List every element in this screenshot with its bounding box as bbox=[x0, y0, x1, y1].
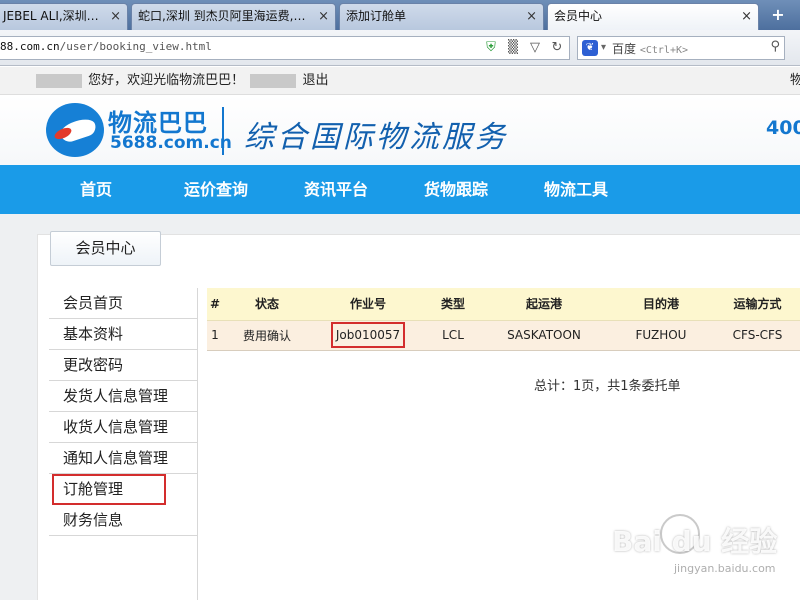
column-header: 作业号 bbox=[311, 288, 425, 321]
main-nav: 首页 运价查询 资讯平台 货物跟踪 物流工具 bbox=[0, 165, 800, 214]
new-tab-button[interactable]: + bbox=[766, 5, 790, 25]
destination-port-cell: FUZHOU bbox=[607, 320, 715, 351]
member-center-tab[interactable]: 会员中心 bbox=[50, 231, 161, 266]
redacted-username bbox=[36, 73, 82, 88]
topbar-right-text: 物 bbox=[790, 73, 800, 88]
url-text: 88.com.cn/user/booking_view.html bbox=[0, 40, 212, 53]
sidebar-item-finance[interactable]: 财务信息 bbox=[49, 505, 198, 536]
column-header: 目的港 bbox=[607, 288, 715, 321]
browser-tab-active[interactable]: 会员中心 × bbox=[547, 3, 759, 31]
nav-item-tracking[interactable]: 货物跟踪 bbox=[424, 165, 488, 214]
job-number-cell: Job010057 bbox=[311, 320, 425, 351]
origin-port-cell: SASKATOON bbox=[481, 320, 607, 351]
column-header: # bbox=[207, 288, 223, 321]
logo-domain[interactable]: 5688.com.cn bbox=[110, 133, 232, 153]
column-header: 起运港 bbox=[481, 288, 607, 321]
site-header: 物流巴巴 5688.com.cn 综合国际物流服务 400 bbox=[0, 95, 800, 165]
hotline-number: 400 bbox=[766, 117, 800, 139]
logo-icon[interactable] bbox=[46, 103, 104, 157]
sidebar-item-profile[interactable]: 基本资料 bbox=[49, 319, 198, 350]
search-engine-label: 百度 bbox=[612, 42, 637, 56]
greeting-text: 您好，欢迎光临物流巴巴！ bbox=[88, 73, 245, 88]
tab-title: 添加订舱单 bbox=[346, 9, 407, 23]
close-icon[interactable]: × bbox=[110, 4, 121, 29]
logout-link[interactable]: 退出 bbox=[302, 73, 328, 88]
search-placeholder: <Ctrl+K> bbox=[639, 45, 689, 56]
nav-item-home[interactable]: 首页 bbox=[80, 165, 112, 214]
column-header: 状态 bbox=[223, 288, 311, 321]
tab-title: 会员中心 bbox=[554, 9, 603, 23]
table-header-row: # 状态 作业号 类型 起运港 目的港 运输方式 bbox=[207, 288, 800, 321]
reload-icon[interactable]: ↻ bbox=[549, 40, 565, 56]
nav-item-news[interactable]: 资讯平台 bbox=[304, 165, 368, 214]
tab-title: 蛇口,深圳 到杰贝阿里海运费,… bbox=[138, 9, 306, 23]
type-cell: LCL bbox=[425, 320, 481, 351]
search-box[interactable]: ❦ ▾ 百度 <Ctrl+K> ⚲ bbox=[577, 36, 785, 60]
column-header: 类型 bbox=[425, 288, 481, 321]
status-cell: 费用确认 bbox=[223, 320, 311, 351]
close-icon[interactable]: × bbox=[318, 4, 329, 29]
column-header: 运输方式 bbox=[715, 288, 800, 321]
sidebar-item-booking[interactable]: 订舱管理 bbox=[52, 474, 166, 505]
tab-title: JEBEL ALI,深圳… bbox=[3, 9, 99, 23]
close-icon[interactable]: × bbox=[526, 4, 537, 29]
browser-tab-bar: JEBEL ALI,深圳… × 蛇口,深圳 到杰贝阿里海运费,… × 添加订舱单… bbox=[0, 0, 800, 31]
redacted-username bbox=[250, 73, 297, 88]
sidebar-item-consignee[interactable]: 收货人信息管理 bbox=[49, 412, 198, 443]
slogan: 综合国际物流服务 bbox=[244, 120, 508, 155]
browser-tab[interactable]: 添加订舱单 × bbox=[339, 3, 544, 30]
sidebar: 会员首页 基本资料 更改密码 发货人信息管理 收货人信息管理 通知人信息管理 订… bbox=[49, 288, 198, 536]
sidebar-item-notify-party[interactable]: 通知人信息管理 bbox=[49, 443, 198, 474]
close-icon[interactable]: × bbox=[741, 4, 752, 29]
search-icon[interactable]: ⚲ bbox=[770, 39, 780, 54]
dropdown-arrow-icon[interactable]: ▽ bbox=[527, 40, 543, 56]
chevron-down-icon[interactable]: ▾ bbox=[601, 39, 606, 57]
welcome-bar: 您好，欢迎光临物流巴巴！ 退出 物 bbox=[0, 67, 800, 95]
sidebar-item-shipper[interactable]: 发货人信息管理 bbox=[49, 381, 198, 412]
logo-divider bbox=[222, 107, 224, 155]
booking-table: # 状态 作业号 类型 起运港 目的港 运输方式 1 费用确认 Job01005… bbox=[207, 288, 800, 351]
nav-item-tools[interactable]: 物流工具 bbox=[544, 165, 608, 214]
address-bar[interactable]: 88.com.cn/user/booking_view.html ⛨ ▒ ▽ ↻ bbox=[0, 36, 570, 60]
row-index: 1 bbox=[207, 320, 223, 351]
watermark-url: jingyan.baidu.com bbox=[674, 562, 776, 575]
nav-item-rates[interactable]: 运价查询 bbox=[184, 165, 248, 214]
sidebar-divider bbox=[197, 288, 198, 600]
qr-code-icon[interactable]: ▒ bbox=[505, 40, 521, 56]
sidebar-item-member-home[interactable]: 会员首页 bbox=[49, 288, 198, 319]
browser-tab[interactable]: JEBEL ALI,深圳… × bbox=[0, 3, 128, 30]
table-row[interactable]: 1 费用确认 Job010057 LCL SASKATOON FUZHOU CF… bbox=[207, 320, 800, 351]
browser-tab[interactable]: 蛇口,深圳 到杰贝阿里海运费,… × bbox=[131, 3, 336, 30]
browser-nav-bar: 88.com.cn/user/booking_view.html ⛨ ▒ ▽ ↻… bbox=[0, 30, 800, 66]
transport-mode-cell: CFS-CFS bbox=[715, 320, 800, 351]
baidu-paw-icon[interactable]: ❦ bbox=[582, 40, 598, 56]
sidebar-item-change-password[interactable]: 更改密码 bbox=[49, 350, 198, 381]
watermark-brand: Bai du 经验 bbox=[612, 525, 778, 558]
shield-icon[interactable]: ⛨ bbox=[483, 40, 499, 56]
job-number-link[interactable]: Job010057 bbox=[330, 322, 406, 348]
pagination-summary: 总计：1页，共1条委托单 bbox=[534, 379, 681, 394]
